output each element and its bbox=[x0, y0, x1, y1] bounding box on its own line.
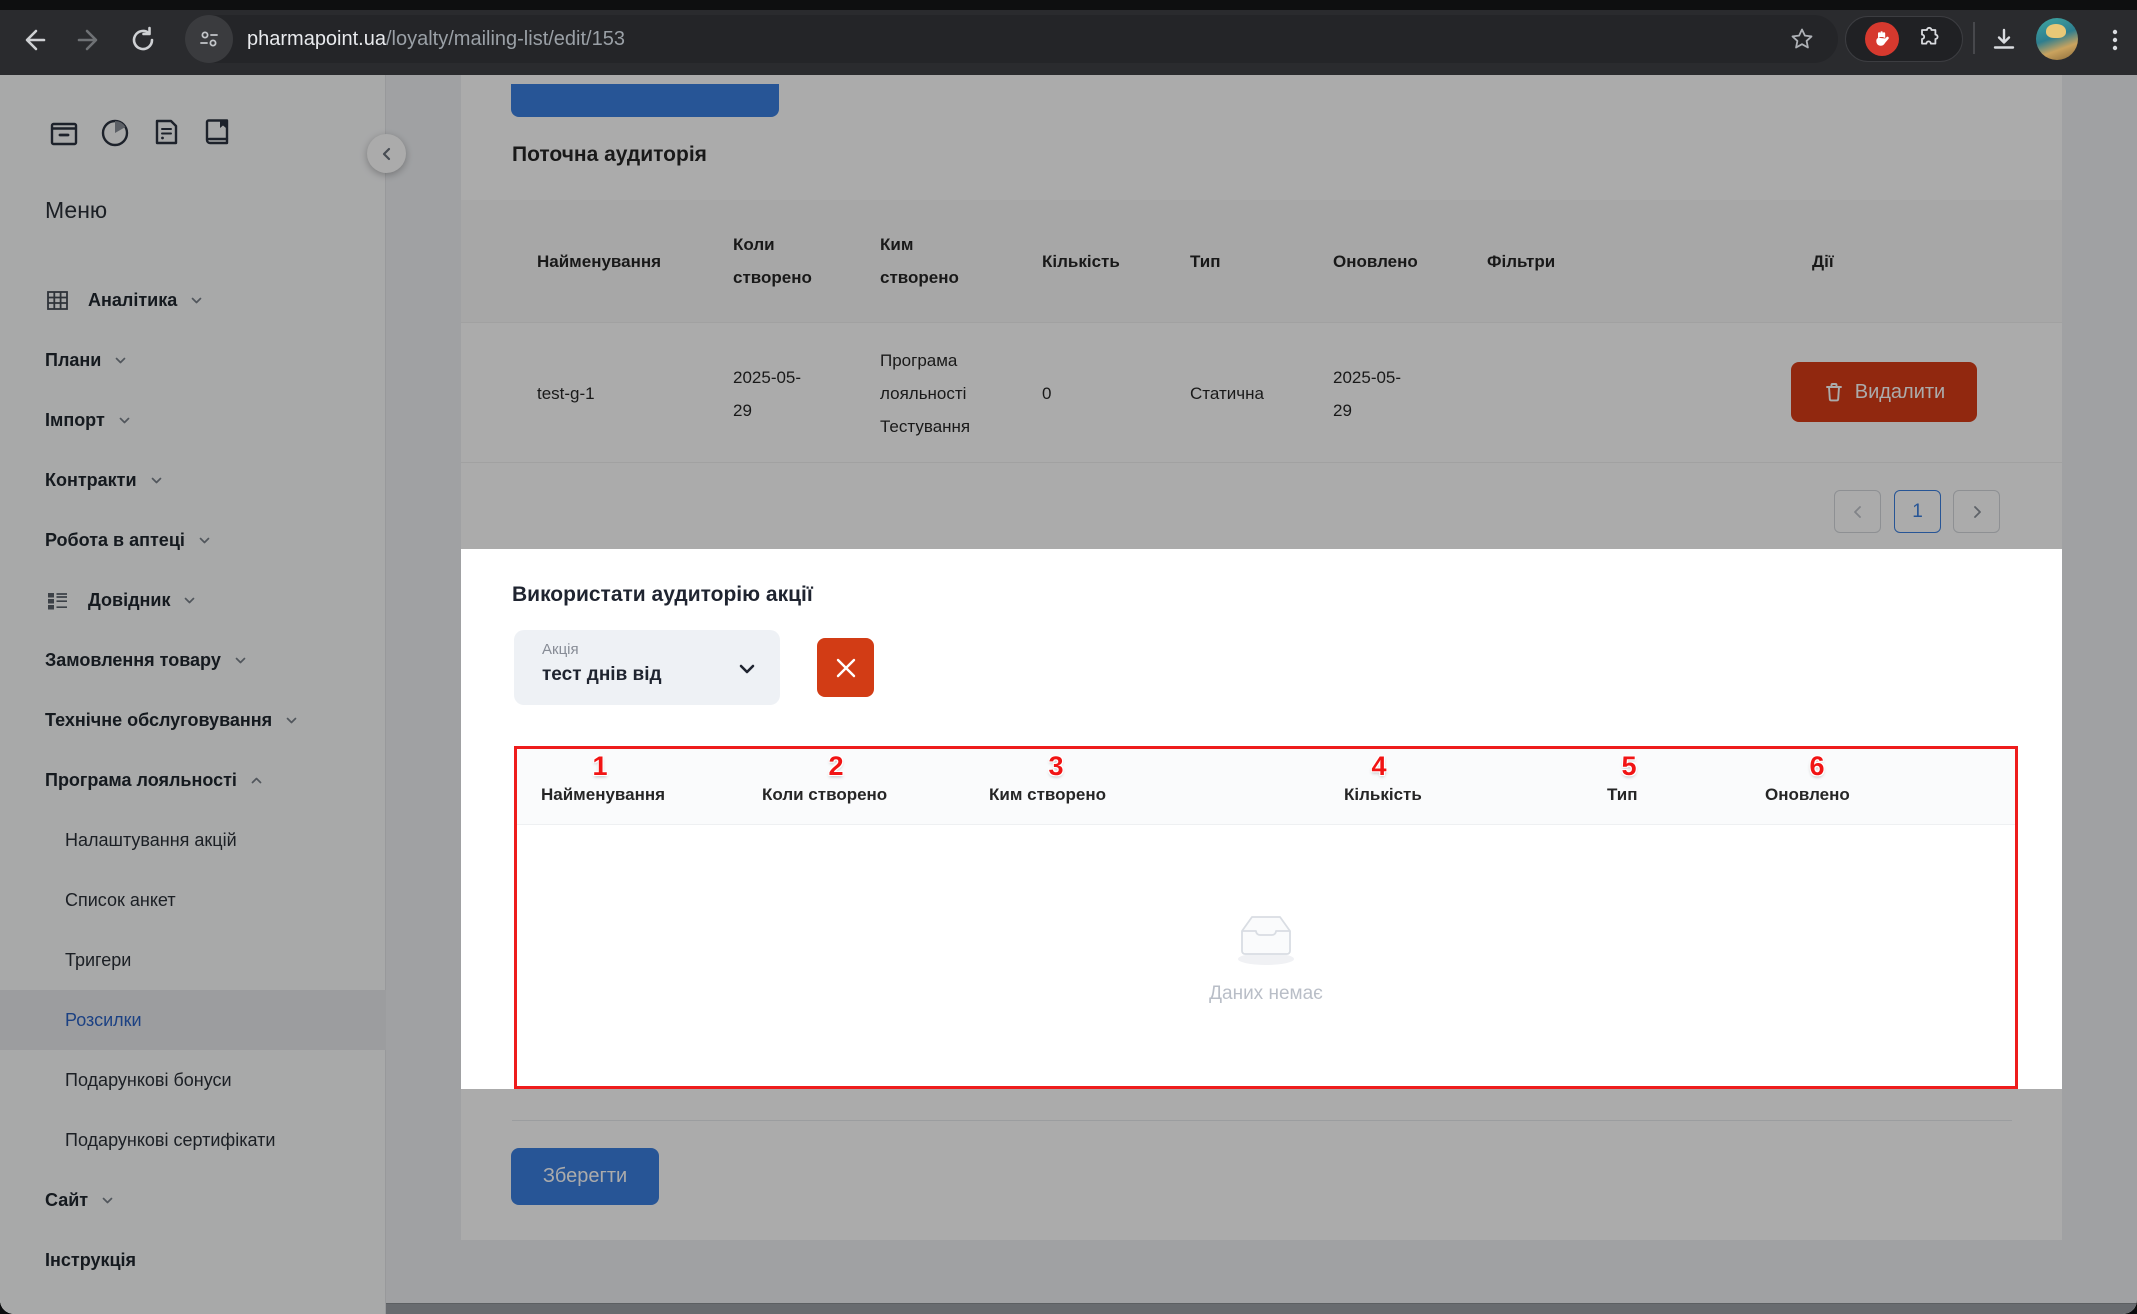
annotated-audience-table: 1 Найменування 2 Коли створено 3 Ким створено… bbox=[514, 746, 2018, 1089]
annotation-number-5: 5 bbox=[1621, 751, 1636, 782]
adblock-extension-button[interactable] bbox=[1865, 22, 1899, 56]
url-text[interactable]: pharmapoint.ua/loyalty/mailing-list/edit… bbox=[247, 28, 625, 51]
star-icon bbox=[1789, 26, 1815, 52]
column-header: Оновлено bbox=[1765, 785, 1850, 805]
extensions-group bbox=[1845, 16, 1963, 62]
select-value: тест днів від bbox=[542, 664, 662, 686]
url-host: pharmapoint.ua bbox=[247, 28, 386, 50]
select-label: Акція bbox=[542, 641, 579, 658]
empty-inbox-icon bbox=[1228, 907, 1304, 969]
back-arrow-icon bbox=[18, 25, 48, 55]
reload-icon bbox=[128, 25, 158, 55]
clear-selection-button[interactable] bbox=[817, 638, 874, 697]
empty-state: Даних немає bbox=[517, 825, 2015, 1086]
browser-back-button[interactable] bbox=[11, 18, 55, 62]
browser-menu-button[interactable] bbox=[2093, 18, 2137, 62]
bookmark-star-button[interactable] bbox=[1780, 17, 1824, 61]
browser-forward-button[interactable] bbox=[68, 18, 112, 62]
hand-icon bbox=[1872, 29, 1892, 49]
column-header: Коли створено bbox=[762, 785, 887, 805]
close-x-icon bbox=[832, 654, 860, 682]
annotation-number-4: 4 bbox=[1371, 751, 1386, 782]
extensions-puzzle-button[interactable] bbox=[1917, 26, 1943, 52]
forward-arrow-icon bbox=[75, 25, 105, 55]
browser-reload-button[interactable] bbox=[121, 18, 165, 62]
column-header: Ким створено bbox=[989, 785, 1106, 805]
annotation-number-2: 2 bbox=[828, 751, 843, 782]
annotation-number-6: 6 bbox=[1809, 751, 1824, 782]
toolbar-separator bbox=[1973, 22, 1975, 54]
profile-avatar[interactable] bbox=[2036, 18, 2078, 60]
column-header: Кількість bbox=[1344, 785, 1422, 805]
kebab-menu-icon bbox=[2105, 27, 2125, 53]
annotation-number-3: 3 bbox=[1048, 751, 1063, 782]
annotated-table-header: 1 Найменування 2 Коли створено 3 Ким створено… bbox=[517, 749, 2015, 825]
use-promo-audience-panel: Використати аудиторію акції Акція тест д… bbox=[461, 549, 2062, 1089]
column-header: Найменування bbox=[541, 785, 665, 805]
site-info-button[interactable] bbox=[185, 15, 233, 63]
site-info-sliders-icon bbox=[197, 27, 221, 51]
address-bar[interactable]: pharmapoint.ua/loyalty/mailing-list/edit… bbox=[185, 15, 1838, 63]
screenshot-stage: pharmapoint.ua/loyalty/mailing-list/edit… bbox=[0, 0, 2137, 1314]
promo-select[interactable]: Акція тест днів від bbox=[514, 630, 780, 705]
annotation-number-1: 1 bbox=[592, 751, 607, 782]
url-path: /loyalty/mailing-list/edit/153 bbox=[386, 28, 625, 50]
browser-toolbar: pharmapoint.ua/loyalty/mailing-list/edit… bbox=[0, 0, 2137, 75]
download-icon bbox=[1990, 26, 2018, 54]
app-viewport: Меню АналітикаПланиІмпортКонтрактиРобота… bbox=[0, 75, 2137, 1314]
window-top-strip bbox=[0, 0, 2137, 10]
downloads-button[interactable] bbox=[1982, 18, 2026, 62]
modal-title: Використати аудиторію акції bbox=[512, 583, 813, 607]
puzzle-icon bbox=[1917, 26, 1943, 52]
empty-state-text: Даних немає bbox=[1209, 983, 1323, 1005]
column-header: Тип bbox=[1607, 785, 1637, 805]
chevron-down-icon bbox=[736, 658, 758, 685]
